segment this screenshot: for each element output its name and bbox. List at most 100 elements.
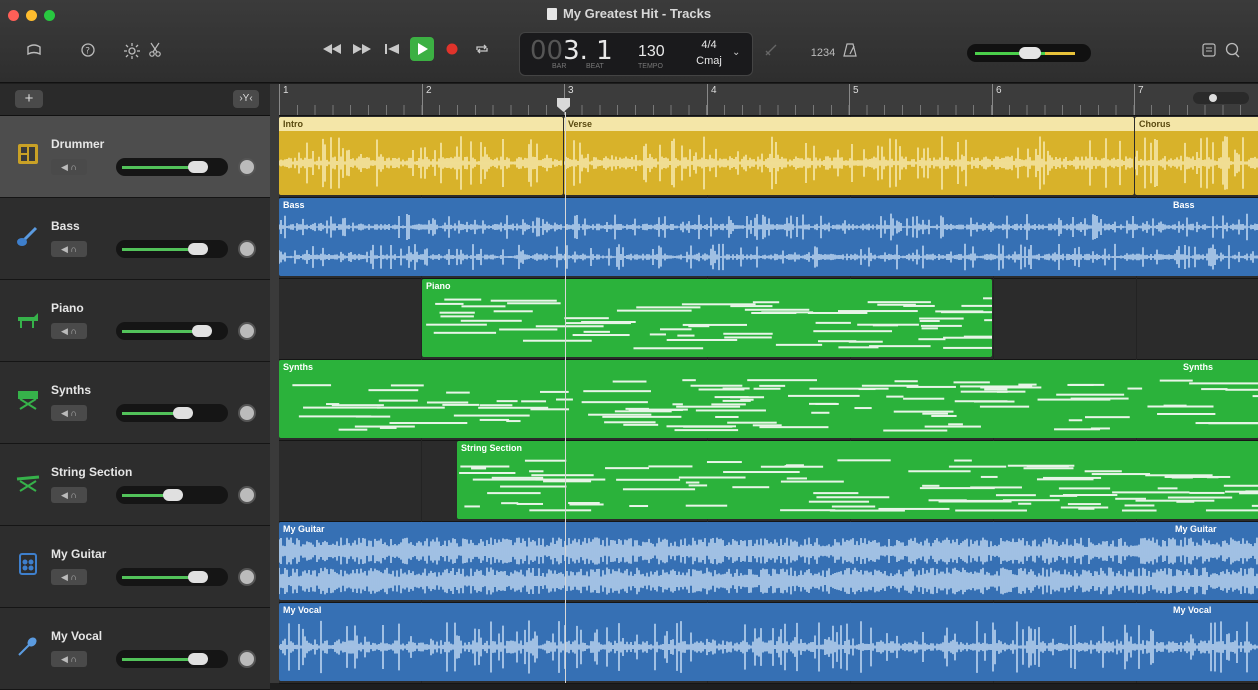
pan-knob[interactable] xyxy=(238,240,256,258)
editors-icon[interactable] xyxy=(144,42,166,64)
track-header[interactable]: My Guitar ◀︎ ∩ xyxy=(0,526,270,608)
track-volume-slider[interactable] xyxy=(116,404,228,422)
record-icon[interactable] xyxy=(440,37,464,61)
volume-knob[interactable] xyxy=(172,407,193,419)
pan-knob[interactable] xyxy=(238,158,256,176)
region-guitar[interactable] xyxy=(279,522,1258,600)
track-volume-slider[interactable] xyxy=(116,650,228,668)
region-strings[interactable] xyxy=(457,441,1258,519)
loops-icon[interactable] xyxy=(1222,42,1244,64)
mute-solo-buttons[interactable]: ◀︎ ∩ xyxy=(51,487,87,503)
mute-solo-buttons[interactable]: ◀︎ ∩ xyxy=(51,241,87,257)
master-volume-knob[interactable] xyxy=(1019,47,1041,59)
track-volume-slider[interactable] xyxy=(116,568,228,586)
region-piano[interactable] xyxy=(422,279,992,357)
midi-notes xyxy=(422,293,992,353)
region-drummer[interactable] xyxy=(564,117,1134,195)
volume-knob[interactable] xyxy=(191,325,212,337)
track-header[interactable]: Piano ◀︎ ∩ xyxy=(0,280,270,362)
pan-knob[interactable] xyxy=(238,486,256,504)
track-lane[interactable]: Piano xyxy=(279,278,1258,360)
track-header[interactable]: Drummer ◀︎ ∩ xyxy=(0,116,270,198)
midi-notes xyxy=(457,455,1258,515)
lcd-display[interactable]: 003. 1 BAR BEAT 130 TEMPO 4/4 Cmaj ⌄ xyxy=(519,32,753,76)
mute-solo-buttons[interactable]: ◀︎ ∩ xyxy=(51,159,87,175)
ruler-bar-number: 2 xyxy=(426,85,432,96)
volume-knob[interactable] xyxy=(188,653,209,665)
track-volume-slider[interactable] xyxy=(116,158,228,176)
track-volume-slider[interactable] xyxy=(116,486,228,504)
track-lane[interactable]: My Guitar My Guitar xyxy=(279,521,1258,603)
catch-playhead-button[interactable]: ›Y‹ xyxy=(233,90,259,108)
region-vocal[interactable] xyxy=(279,603,1258,681)
pan-knob[interactable] xyxy=(238,322,256,340)
headphones-icon[interactable]: ∩ xyxy=(70,490,76,500)
rewind-icon[interactable] xyxy=(320,37,344,61)
zoom-slider[interactable] xyxy=(1193,92,1249,104)
pan-knob[interactable] xyxy=(238,650,256,668)
region-bass[interactable] xyxy=(279,198,1258,276)
volume-knob[interactable] xyxy=(163,489,184,501)
headphones-icon[interactable]: ∩ xyxy=(70,244,76,254)
chevron-down-icon[interactable]: ⌄ xyxy=(732,47,740,58)
track-header[interactable]: Synths ◀︎ ∩ xyxy=(0,362,270,444)
pan-knob[interactable] xyxy=(238,404,256,422)
tempo-value: 130 xyxy=(638,43,665,60)
track-lane[interactable]: Intro Verse Chorus xyxy=(279,116,1258,198)
track-lane[interactable]: My Vocal My Vocal xyxy=(279,602,1258,684)
volume-fill xyxy=(122,248,195,251)
mute-solo-buttons[interactable]: ◀︎ ∩ xyxy=(51,323,87,339)
timeline-ruler[interactable]: 1 2 3 4 5 6 7 xyxy=(279,84,1258,116)
headphones-icon[interactable]: ∩ xyxy=(70,326,76,336)
mute-solo-buttons[interactable]: ◀︎ ∩ xyxy=(51,405,87,421)
track-volume-slider[interactable] xyxy=(116,240,228,258)
headphones-icon[interactable]: ∩ xyxy=(70,654,76,664)
track-header[interactable]: My Vocal ◀︎ ∩ xyxy=(0,608,270,690)
playhead-line[interactable] xyxy=(565,112,566,683)
track-volume-slider[interactable] xyxy=(116,322,228,340)
track-name[interactable]: Piano xyxy=(51,301,84,315)
pan-knob[interactable] xyxy=(238,568,256,586)
metronome-icon[interactable] xyxy=(839,42,861,64)
track-name[interactable]: Bass xyxy=(51,219,80,233)
help-icon[interactable]: ? xyxy=(77,42,99,64)
library-icon[interactable] xyxy=(23,42,45,64)
mute-solo-buttons[interactable]: ◀︎ ∩ xyxy=(51,569,87,585)
header-divider[interactable] xyxy=(270,84,279,683)
fast-forward-icon[interactable] xyxy=(350,37,374,61)
tracks-area[interactable]: Intro Verse Chorus Bass Bass Piano Synths Synth… xyxy=(279,116,1258,684)
notepad-icon[interactable] xyxy=(1198,42,1220,64)
track-name[interactable]: My Guitar xyxy=(51,547,106,561)
volume-knob[interactable] xyxy=(188,243,209,255)
track-name[interactable]: My Vocal xyxy=(51,629,102,643)
volume-fill xyxy=(122,166,195,169)
headphones-icon[interactable]: ∩ xyxy=(70,162,76,172)
headphones-icon[interactable]: ∩ xyxy=(70,572,76,582)
headphones-icon[interactable]: ∩ xyxy=(70,408,76,418)
ruler-bar-number: 6 xyxy=(996,85,1002,96)
track-header[interactable]: String Section ◀︎ ∩ xyxy=(0,444,270,526)
tuner-icon[interactable] xyxy=(760,42,782,64)
track-name[interactable]: Drummer xyxy=(51,137,104,151)
track-name[interactable]: String Section xyxy=(51,465,132,479)
track-lane[interactable]: Synths Synths xyxy=(279,359,1258,441)
track-header[interactable]: Bass ◀︎ ∩ xyxy=(0,198,270,280)
play-icon[interactable] xyxy=(410,37,434,61)
track-lane[interactable]: Bass Bass xyxy=(279,197,1258,279)
ruler-bar-number: 4 xyxy=(711,85,717,96)
track-lane[interactable]: String Section xyxy=(279,440,1258,522)
cycle-icon[interactable] xyxy=(470,37,494,61)
count-in-button[interactable]: 1234 xyxy=(808,42,838,64)
master-volume-slider[interactable] xyxy=(967,44,1091,62)
track-name[interactable]: Synths xyxy=(51,383,91,397)
region-drummer[interactable] xyxy=(279,117,563,195)
tracks-header-bar: + ›Y‹ xyxy=(0,84,270,116)
zoom-slider-knob[interactable] xyxy=(1209,94,1217,102)
volume-knob[interactable] xyxy=(188,161,209,173)
smart-controls-icon[interactable] xyxy=(121,42,143,64)
go-to-beginning-icon[interactable] xyxy=(380,37,404,61)
volume-knob[interactable] xyxy=(188,571,209,583)
region-synths[interactable] xyxy=(279,360,1258,438)
add-track-button[interactable]: + xyxy=(15,90,43,108)
mute-solo-buttons[interactable]: ◀︎ ∩ xyxy=(51,651,87,667)
